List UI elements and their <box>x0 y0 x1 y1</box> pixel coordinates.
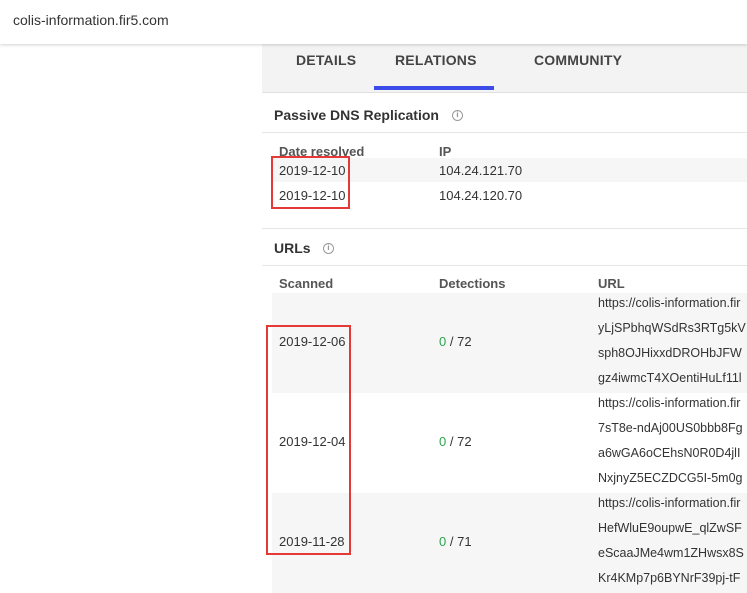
col-detections: Detections <box>439 276 506 291</box>
url-link[interactable]: gz4iwmcT4XOentiHuLf11l <box>598 371 742 385</box>
active-tab-indicator <box>374 86 494 90</box>
col-ip: IP <box>439 144 452 159</box>
url-link[interactable]: yLjSPbhqWSdRs3RTg5kV <box>598 321 746 335</box>
left-pane <box>0 44 262 593</box>
info-icon[interactable]: i <box>452 110 463 121</box>
section-divider <box>262 265 747 266</box>
domain-title: colis-information.fir5.com <box>13 12 169 28</box>
highlight-box <box>271 156 350 209</box>
col-url: URL <box>598 276 625 291</box>
url-detections[interactable]: 0 / 72 <box>439 434 472 449</box>
tab-relations[interactable]: RELATIONS <box>395 52 477 68</box>
top-bar: colis-information.fir5.com <box>0 0 747 44</box>
section-divider <box>262 132 747 133</box>
tab-community[interactable]: COMMUNITY <box>534 52 622 68</box>
url-link[interactable]: HefWluE9oupwE_qlZwSF <box>598 521 742 535</box>
tab-details[interactable]: DETAILS <box>296 52 356 68</box>
url-detections[interactable]: 0 / 71 <box>439 534 472 549</box>
url-link[interactable]: https://colis-information.fir <box>598 296 740 310</box>
dns-ip-link[interactable]: 104.24.121.70 <box>439 163 522 178</box>
url-detections[interactable]: 0 / 72 <box>439 334 472 349</box>
url-link[interactable]: 7sT8e-ndAj00US0bbb8Fg <box>598 421 743 435</box>
url-link[interactable]: a6wGA6oCEhsN0R0D4jlI <box>598 446 740 460</box>
url-link[interactable]: https://colis-information.fir <box>598 396 740 410</box>
url-link[interactable]: https://colis-information.fir <box>598 496 740 510</box>
col-scanned: Scanned <box>279 276 334 291</box>
url-link[interactable]: NxjnyZ5ECZDCG5I-5m0g <box>598 471 742 485</box>
tab-bar: DETAILS RELATIONS COMMUNITY <box>262 44 747 93</box>
url-link[interactable]: eScaaJMe4wm1ZHwsx8S <box>598 546 744 560</box>
url-link[interactable]: sph8OJHixxdDROHbJFW <box>598 346 742 360</box>
dns-ip-link[interactable]: 104.24.120.70 <box>439 188 522 203</box>
highlight-box <box>266 325 351 555</box>
section-divider <box>262 228 747 229</box>
passive-dns-title: Passive DNS Replication <box>274 107 439 123</box>
main-panel: DETAILS RELATIONS COMMUNITY Passive DNS … <box>262 44 747 593</box>
urls-title: URLs <box>274 240 311 256</box>
url-link[interactable]: Kr4KMp7p6BYNrF39pj-tF <box>598 571 740 585</box>
info-icon[interactable]: i <box>323 243 334 254</box>
